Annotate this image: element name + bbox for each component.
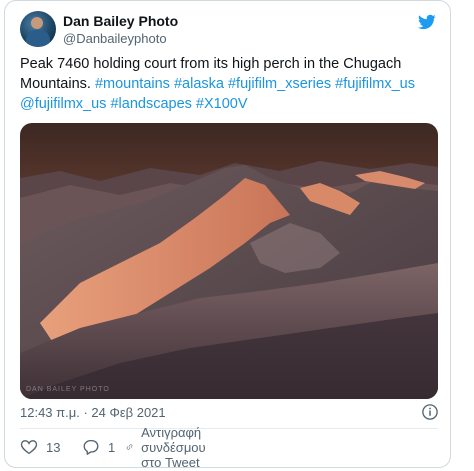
hashtag-link[interactable]: #alaska (174, 76, 224, 92)
tweet-timestamp[interactable]: 12:43 π.μ. · 24 Φεβ 2021 (20, 405, 166, 420)
like-count: 13 (46, 439, 61, 455)
hashtag-link[interactable]: #fujifilm_xseries (228, 76, 331, 92)
tweet-card[interactable]: Dan Bailey Photo @Danbaileyphoto Peak 74… (4, 0, 451, 470)
mountain-photo (20, 123, 438, 399)
heart-icon (20, 440, 38, 455)
twitter-bird-icon[interactable] (416, 13, 438, 31)
reply-button[interactable]: 1 (82, 437, 115, 457)
reply-count: 1 (108, 439, 116, 455)
hashtag-link[interactable]: #fujifilmx_us (335, 76, 415, 92)
author-handle[interactable]: @Danbaileyphoto (63, 31, 167, 46)
like-button[interactable]: 13 (20, 437, 60, 457)
link-icon (126, 444, 133, 450)
divider (20, 428, 438, 429)
copy-link-button[interactable]: Αντιγραφή συνδέσμου στο Tweet (126, 425, 217, 470)
comment-icon (83, 439, 99, 455)
hashtag-link[interactable]: #X100V (196, 96, 248, 112)
avatar[interactable] (20, 11, 56, 47)
tweet-text: Peak 7460 holding court from its high pe… (20, 54, 440, 114)
hashtag-link[interactable]: @fujifilmx_us (20, 96, 106, 112)
info-icon[interactable] (421, 403, 439, 421)
photo-watermark: DAN BAILEY PHOTO (26, 386, 110, 393)
hashtag-link[interactable]: #mountains (95, 76, 170, 92)
hashtag-link[interactable]: #landscapes (110, 96, 191, 112)
copy-link-label: Αντιγραφή συνδέσμου στο Tweet (141, 424, 206, 470)
author-display-name[interactable]: Dan Bailey Photo (63, 13, 178, 29)
tweet-photo[interactable]: DAN BAILEY PHOTO (20, 123, 438, 399)
